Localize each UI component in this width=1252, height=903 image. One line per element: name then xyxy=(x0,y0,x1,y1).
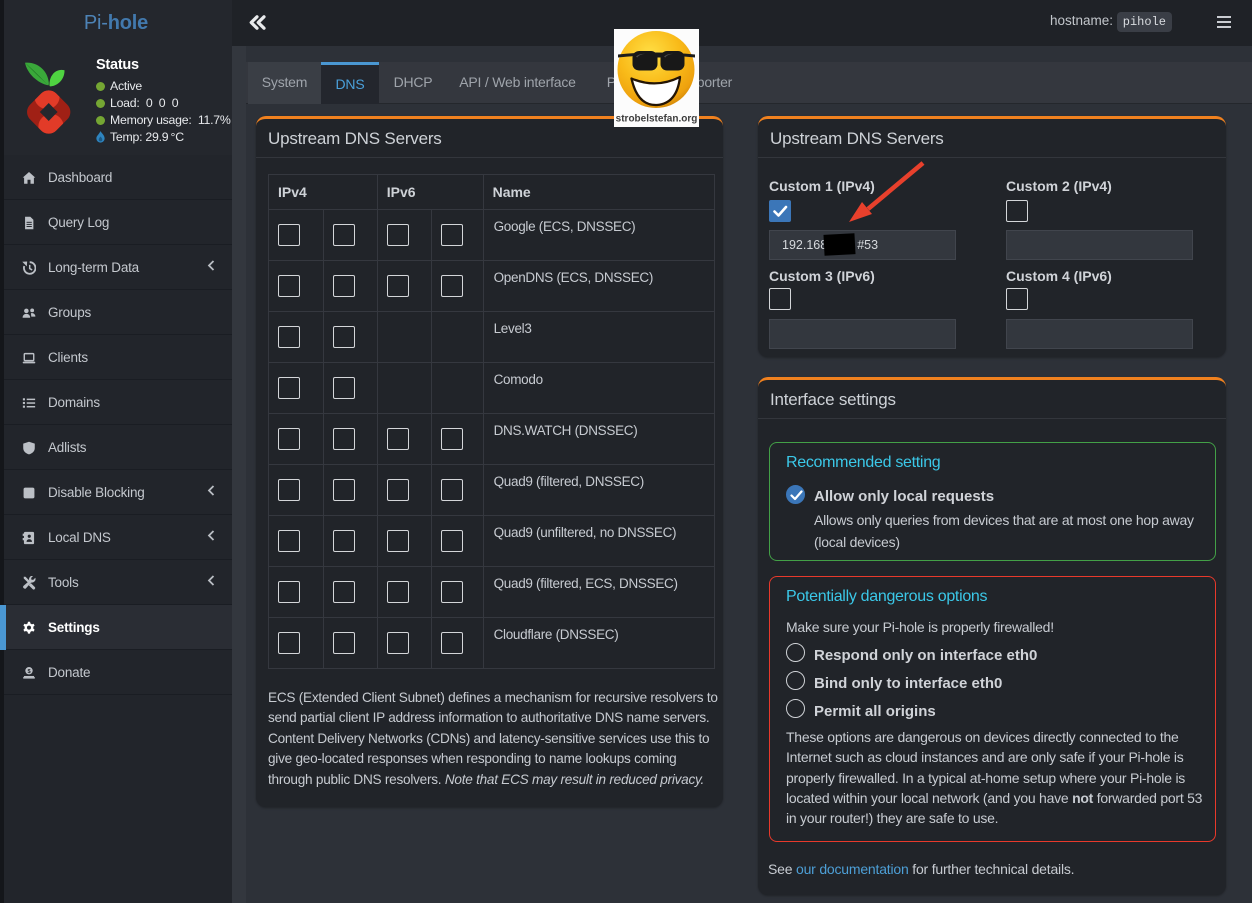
svg-text:strobelstefan.org: strobelstefan.org xyxy=(616,114,698,125)
